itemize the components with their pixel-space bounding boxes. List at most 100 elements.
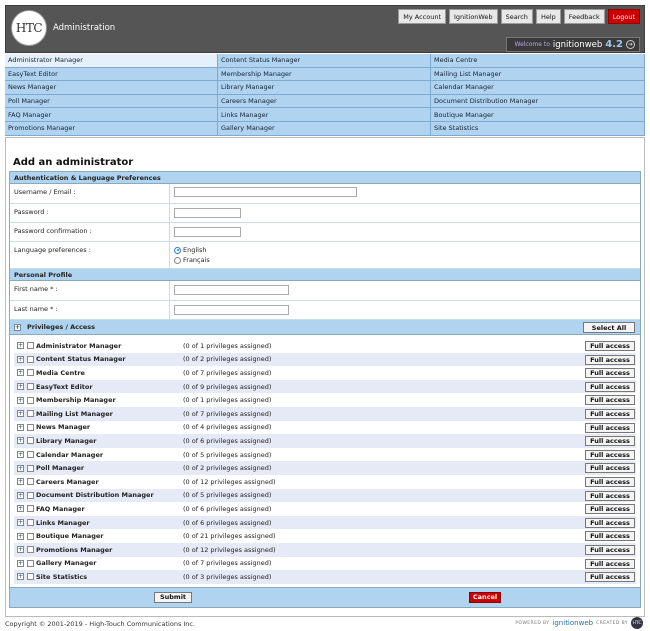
select-all-button[interactable]: Select All bbox=[583, 322, 635, 333]
htc-logo[interactable]: HTC bbox=[11, 10, 47, 46]
module-link-calendar-manager[interactable]: Calendar Manager bbox=[431, 81, 645, 95]
last-name-input[interactable] bbox=[174, 305, 289, 315]
search-button[interactable]: Search bbox=[500, 9, 533, 24]
first-name-input[interactable] bbox=[174, 285, 289, 295]
privilege-checkbox[interactable] bbox=[27, 396, 34, 404]
last-name-row: Last name * : bbox=[10, 301, 640, 320]
privilege-checkbox[interactable] bbox=[27, 505, 34, 513]
htc-badge-icon[interactable]: HTC bbox=[631, 617, 643, 629]
expand-icon[interactable]: + bbox=[17, 355, 24, 363]
expand-icon[interactable]: + bbox=[17, 519, 24, 527]
privilege-checkbox[interactable] bbox=[27, 478, 34, 486]
module-link-administrator-manager[interactable]: Administrator Manager bbox=[5, 54, 218, 68]
module-link-faq-manager[interactable]: FAQ Manager bbox=[5, 108, 218, 122]
expand-icon[interactable]: + bbox=[17, 437, 24, 445]
expand-icon[interactable]: + bbox=[17, 573, 24, 581]
module-link-media-centre[interactable]: Media Centre bbox=[431, 54, 645, 68]
full-access-button[interactable]: Full access bbox=[585, 572, 635, 583]
privilege-checkbox[interactable] bbox=[27, 369, 34, 377]
privilege-checkbox[interactable] bbox=[27, 423, 34, 431]
full-access-button[interactable]: Full access bbox=[585, 449, 635, 460]
module-link-boutique-manager[interactable]: Boutique Manager bbox=[431, 108, 645, 122]
full-access-button[interactable]: Full access bbox=[585, 490, 635, 501]
expand-icon[interactable]: + bbox=[14, 323, 21, 331]
feedback-button[interactable]: Feedback bbox=[563, 9, 605, 24]
full-access-button[interactable]: Full access bbox=[585, 436, 635, 447]
full-access-button[interactable]: Full access bbox=[585, 463, 635, 474]
expand-icon[interactable]: + bbox=[17, 410, 24, 418]
expand-icon[interactable]: + bbox=[17, 464, 24, 472]
module-link-library-manager[interactable]: Library Manager bbox=[218, 81, 431, 95]
module-link-membership-manager[interactable]: Membership Manager bbox=[218, 67, 431, 82]
lang-french-option[interactable]: Français bbox=[174, 255, 636, 265]
module-link-content-status-manager[interactable]: Content Status Manager bbox=[218, 54, 431, 68]
full-access-button[interactable]: Full access bbox=[585, 544, 635, 555]
module-link-mailing-list-manager[interactable]: Mailing List Manager bbox=[431, 67, 645, 82]
full-access-button[interactable]: Full access bbox=[585, 422, 635, 433]
privilege-checkbox[interactable] bbox=[27, 342, 34, 350]
module-link-promotions-manager[interactable]: Promotions Manager bbox=[5, 121, 218, 136]
expand-icon[interactable]: + bbox=[17, 396, 24, 404]
full-access-button[interactable]: Full access bbox=[585, 368, 635, 379]
module-link-site-statistics[interactable]: Site Statistics bbox=[431, 121, 645, 136]
privilege-checkbox[interactable] bbox=[27, 383, 34, 391]
privilege-checkbox[interactable] bbox=[27, 532, 34, 540]
module-link-links-manager[interactable]: Links Manager bbox=[218, 108, 431, 122]
module-link-easytext-editor[interactable]: EasyText Editor bbox=[5, 67, 218, 82]
privilege-checkbox[interactable] bbox=[27, 355, 34, 363]
full-access-button[interactable]: Full access bbox=[585, 531, 635, 542]
privilege-checkbox[interactable] bbox=[27, 559, 34, 567]
cancel-button[interactable]: Cancel bbox=[469, 591, 501, 603]
lang-english-option[interactable]: English bbox=[174, 245, 636, 255]
radio-selected-icon[interactable] bbox=[174, 246, 181, 254]
expand-icon[interactable]: + bbox=[17, 369, 24, 377]
expand-icon[interactable]: + bbox=[17, 423, 24, 431]
full-access-button[interactable]: Full access bbox=[585, 558, 635, 569]
help-button[interactable]: Help bbox=[535, 9, 561, 24]
ignitionweb-button[interactable]: IgnitionWeb bbox=[449, 9, 498, 24]
module-link-gallery-manager[interactable]: Gallery Manager bbox=[218, 121, 431, 136]
expand-icon[interactable]: + bbox=[17, 559, 24, 567]
submit-button[interactable]: Submit bbox=[154, 591, 192, 603]
full-access-button[interactable]: Full access bbox=[585, 354, 635, 365]
privilege-checkbox[interactable] bbox=[27, 437, 34, 445]
privilege-checkbox[interactable] bbox=[27, 573, 34, 581]
expand-icon[interactable]: + bbox=[17, 505, 24, 513]
privilege-row: + News Manager (0 of 4 privileges assigned… bbox=[14, 421, 636, 435]
module-link-news-manager[interactable]: News Manager bbox=[5, 81, 218, 95]
privilege-checkbox[interactable] bbox=[27, 451, 34, 459]
radio-unselected-icon[interactable] bbox=[174, 256, 181, 264]
expand-icon[interactable]: + bbox=[17, 478, 24, 486]
username-input[interactable] bbox=[174, 187, 357, 197]
logout-button[interactable]: Logout bbox=[607, 9, 640, 24]
arrow-circle-icon[interactable]: ➔ bbox=[626, 40, 635, 49]
expand-icon[interactable]: + bbox=[17, 532, 24, 540]
password-input[interactable] bbox=[174, 208, 241, 218]
welcome-banner[interactable]: Welcome to ignitionweb 4.2 ➔ bbox=[506, 37, 640, 52]
password-confirm-input[interactable] bbox=[174, 227, 241, 237]
module-link-document-distribution-manager[interactable]: Document Distribution Manager bbox=[431, 94, 645, 109]
privilege-checkbox[interactable] bbox=[27, 464, 34, 472]
privilege-checkbox[interactable] bbox=[27, 546, 34, 554]
expand-icon[interactable]: + bbox=[17, 383, 24, 391]
expand-icon[interactable]: + bbox=[17, 342, 24, 350]
module-link-careers-manager[interactable]: Careers Manager bbox=[218, 94, 431, 109]
expand-icon[interactable]: + bbox=[17, 546, 24, 554]
module-link-poll-manager[interactable]: Poll Manager bbox=[5, 94, 218, 109]
expand-icon[interactable]: + bbox=[17, 451, 24, 459]
full-access-button[interactable]: Full access bbox=[585, 476, 635, 487]
full-access-button[interactable]: Full access bbox=[585, 504, 635, 515]
expand-icon[interactable]: + bbox=[17, 491, 24, 499]
full-access-button[interactable]: Full access bbox=[585, 341, 635, 351]
full-access-button[interactable]: Full access bbox=[585, 408, 635, 419]
my-account-button[interactable]: My Account bbox=[398, 9, 446, 24]
powered-brand[interactable]: ignitionweb bbox=[552, 619, 593, 627]
privilege-name: Mailing List Manager bbox=[36, 409, 113, 418]
privilege-row: + FAQ Manager (0 of 6 privileges assigned)… bbox=[14, 502, 636, 516]
full-access-button[interactable]: Full access bbox=[585, 517, 635, 528]
privilege-checkbox[interactable] bbox=[27, 519, 34, 527]
privilege-checkbox[interactable] bbox=[27, 491, 34, 499]
full-access-button[interactable]: Full access bbox=[585, 381, 635, 392]
full-access-button[interactable]: Full access bbox=[585, 395, 635, 406]
privilege-checkbox[interactable] bbox=[27, 410, 34, 418]
